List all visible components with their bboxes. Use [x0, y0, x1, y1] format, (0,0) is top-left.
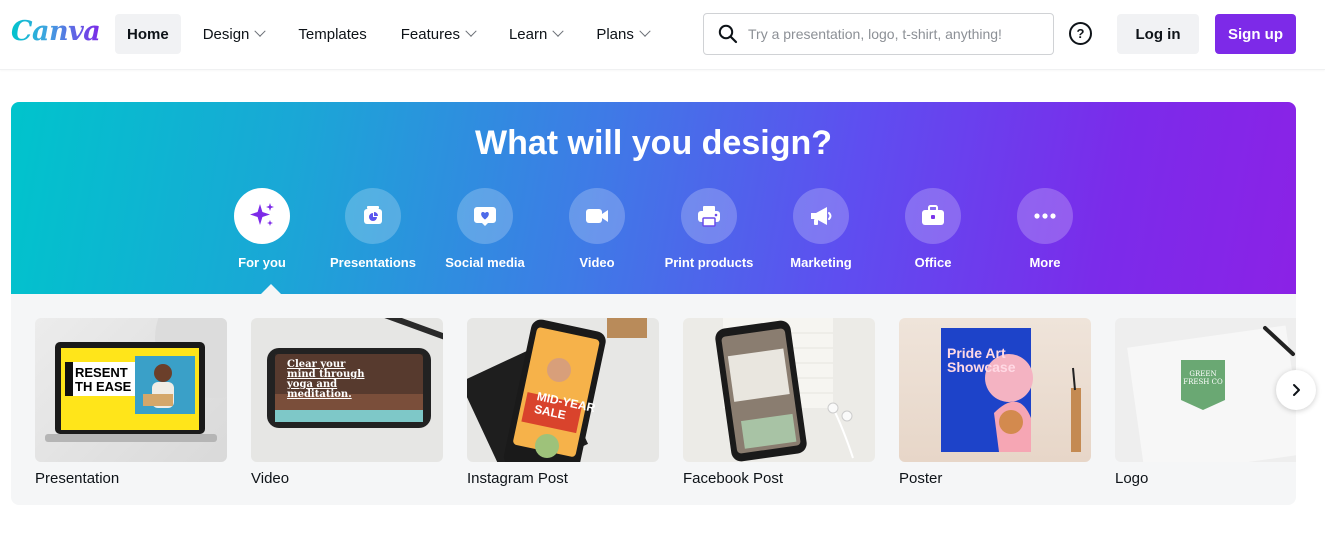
nav-item-home[interactable]: Home — [115, 14, 181, 54]
main-nav: Home Design Templates Features Learn Pla… — [115, 14, 671, 54]
help-icon[interactable]: ? — [1069, 22, 1092, 45]
category-marketing[interactable]: Marketing — [765, 188, 877, 270]
more-icon — [1034, 213, 1056, 219]
design-type-carousel: RESENT TH EASE Presentation Clear your m… — [11, 294, 1296, 505]
category-icon-circle — [234, 188, 290, 244]
phone-portrait-image — [467, 318, 647, 462]
nav-item-label: Learn — [508, 25, 548, 43]
card-thumbnail: MID-YEAR SALE — [467, 318, 659, 462]
category-presentations[interactable]: Presentations — [317, 188, 429, 270]
nav-item-label: Home — [127, 25, 169, 43]
chevron-down-icon — [465, 25, 477, 37]
category-social-media[interactable]: Social media — [429, 188, 541, 270]
nav-item-features[interactable]: Features — [389, 14, 487, 54]
category-icon-circle — [905, 188, 961, 244]
search-input[interactable] — [748, 26, 1038, 42]
heart-icon — [474, 207, 496, 226]
category-label: Presentations — [330, 255, 416, 270]
login-button[interactable]: Log in — [1117, 14, 1199, 54]
search-icon — [718, 24, 738, 44]
thumb-text: Pride Art — [947, 345, 1006, 361]
category-video[interactable]: Video — [541, 188, 653, 270]
thumb-text: Showcase — [947, 359, 1016, 375]
nav-item-label: Features — [400, 25, 460, 43]
design-card-instagram-post[interactable]: MID-YEAR SALE Instagram Post — [467, 318, 659, 487]
hero-title: What will you design? — [475, 124, 832, 162]
nav-item-label: Design — [202, 25, 250, 43]
design-category-row: For you Presentations Social media Video… — [11, 188, 1296, 288]
thumb-text: GREEN — [1189, 370, 1217, 378]
category-icon-circle — [345, 188, 401, 244]
design-card-facebook-post[interactable]: Facebook Post — [683, 318, 875, 487]
active-category-pointer — [261, 284, 281, 294]
category-label: For you — [238, 255, 286, 270]
briefcase-icon — [922, 205, 944, 225]
megaphone-icon — [811, 207, 832, 225]
card-label: Facebook Post — [683, 470, 784, 487]
category-icon-circle — [569, 188, 625, 244]
thumb-text: meditation. — [287, 389, 352, 400]
category-label: Office — [914, 255, 952, 270]
nav-item-plans[interactable]: Plans — [584, 14, 661, 54]
thumb-text: RESENT — [75, 365, 128, 380]
hero-banner: What will you design? For you Presentati… — [11, 102, 1296, 294]
category-print-products[interactable]: Print products — [653, 188, 765, 270]
category-label: More — [1029, 255, 1061, 270]
nav-item-design[interactable]: Design — [191, 14, 277, 54]
design-card-logo[interactable]: GREEN FRESH CO Logo — [1115, 318, 1296, 487]
chevron-down-icon — [639, 25, 651, 37]
card-label: Presentation — [35, 470, 120, 487]
printer-icon — [698, 206, 720, 227]
top-navigation-bar: Canva Home Design Templates Features Lea… — [0, 0, 1325, 70]
category-label: Social media — [445, 255, 525, 270]
card-label: Logo — [1115, 470, 1149, 487]
card-thumbnail: RESENT TH EASE — [35, 318, 227, 462]
search-box[interactable] — [703, 13, 1054, 55]
category-label: Print products — [664, 255, 754, 270]
video-icon — [586, 209, 608, 223]
thumb-text: TH EASE — [75, 379, 132, 394]
category-icon-circle — [1017, 188, 1073, 244]
card-thumbnail: Pride Art Showcase — [899, 318, 1091, 462]
card-thumbnail: Clear your mind through yoga and meditat… — [251, 318, 443, 462]
design-card-video[interactable]: Clear your mind through yoga and meditat… — [251, 318, 443, 487]
sparkles-icon — [250, 203, 274, 226]
presentation-icon — [364, 206, 382, 224]
card-thumbnail — [683, 318, 875, 462]
signup-button[interactable]: Sign up — [1215, 14, 1296, 54]
card-label: Video — [251, 470, 290, 487]
category-icon-circle — [793, 188, 849, 244]
nav-item-learn[interactable]: Learn — [497, 14, 574, 54]
chevron-down-icon — [552, 25, 565, 37]
card-thumbnail: GREEN FRESH CO — [1115, 318, 1296, 462]
carousel-next-button[interactable] — [1276, 370, 1316, 410]
card-label: Instagram Post — [467, 470, 568, 487]
canva-logo[interactable]: Canva — [11, 16, 101, 47]
category-office[interactable]: Office — [877, 188, 989, 270]
design-card-poster[interactable]: Pride Art Showcase Poster — [899, 318, 1091, 487]
category-more[interactable]: More — [989, 188, 1101, 270]
chevron-down-icon — [254, 25, 267, 37]
design-card-presentation[interactable]: RESENT TH EASE Presentation — [35, 318, 227, 487]
poster-mockup-image — [941, 328, 1081, 452]
category-label: Video — [579, 255, 615, 270]
category-icon-circle — [457, 188, 513, 244]
category-for-you[interactable]: For you — [206, 188, 318, 270]
logo-mockup-image — [1127, 325, 1296, 462]
phone-earbuds-image — [715, 318, 854, 462]
category-icon-circle — [681, 188, 737, 244]
thumb-text: FRESH CO — [1183, 378, 1223, 386]
nav-item-label: Templates — [298, 25, 367, 43]
nav-item-label: Plans — [596, 25, 634, 43]
card-label: Poster — [899, 470, 943, 487]
chevron-right-icon — [1293, 384, 1300, 396]
nav-item-templates[interactable]: Templates — [286, 14, 378, 54]
category-label: Marketing — [790, 255, 852, 270]
